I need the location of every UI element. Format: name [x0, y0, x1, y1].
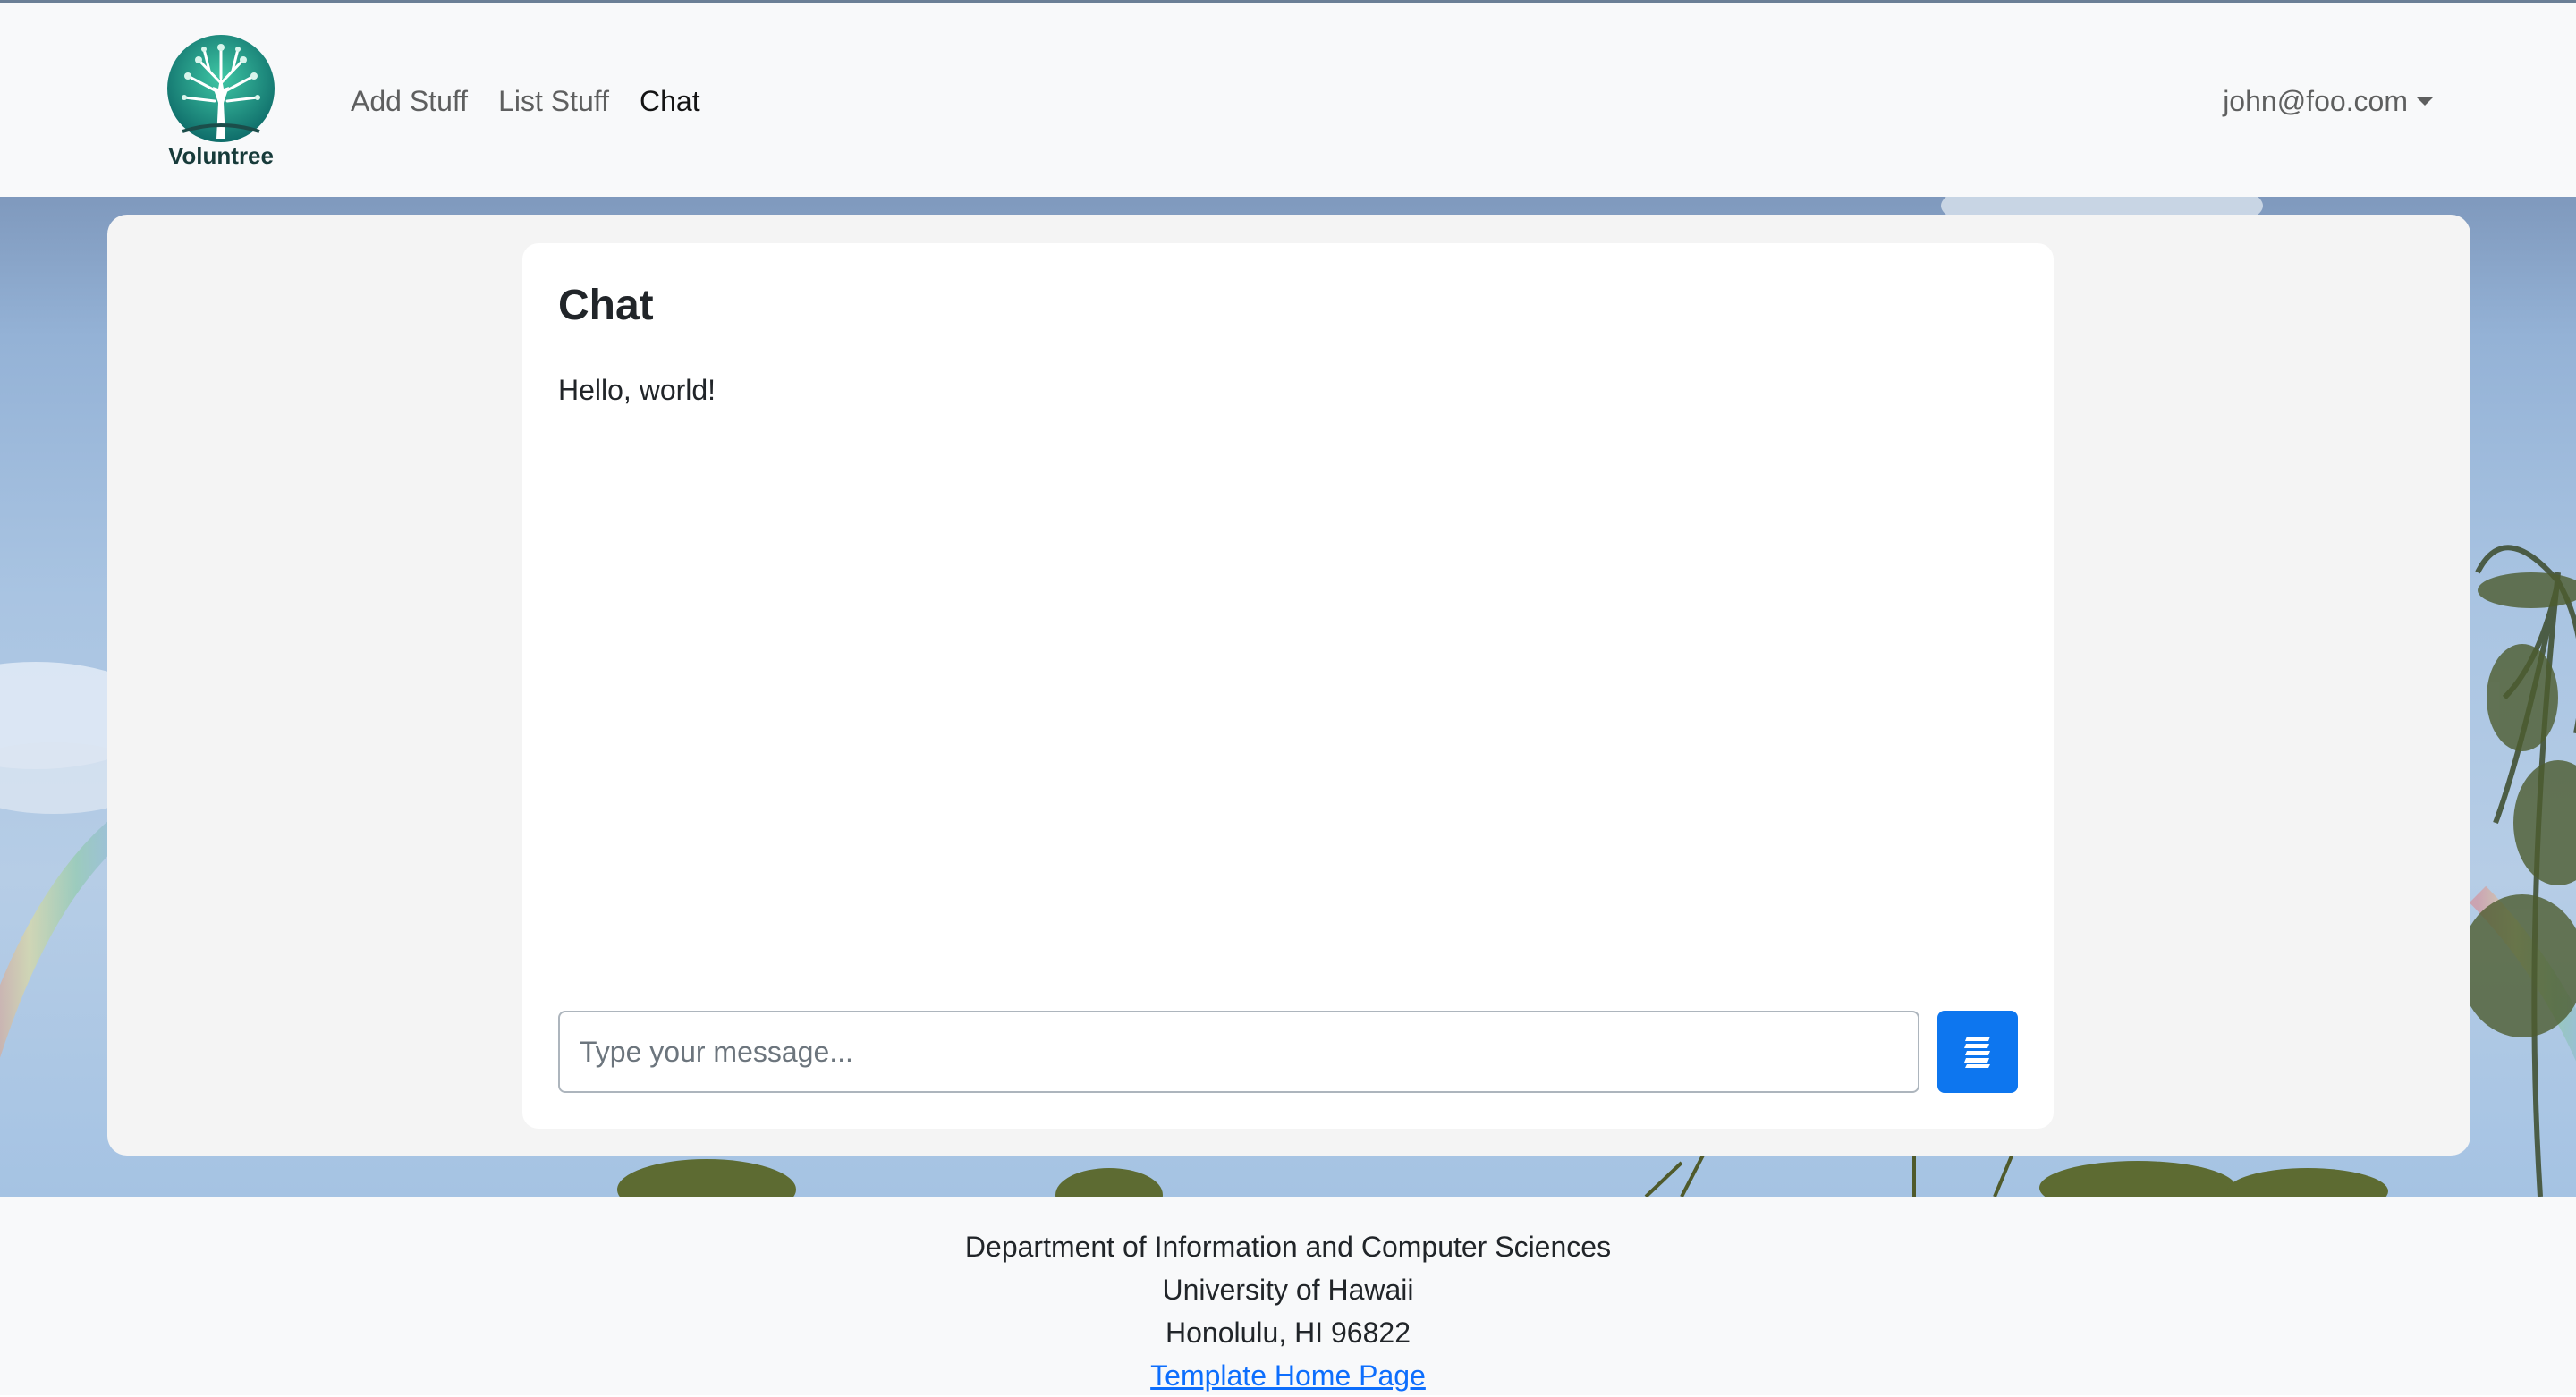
nav-link-list-stuff[interactable]: List Stuff	[498, 78, 609, 124]
page-title: Chat	[558, 282, 654, 329]
nav-links: Add Stuff List Stuff Chat	[351, 78, 731, 124]
message-input[interactable]	[558, 1011, 1919, 1093]
nav-link-chat[interactable]: Chat	[640, 78, 700, 124]
footer-address: Honolulu, HI 96822	[1165, 1317, 1411, 1349]
send-icon	[1964, 1037, 1990, 1068]
caret-down-icon	[2417, 97, 2433, 106]
chat-message: Hello, world!	[558, 374, 716, 406]
chat-card: Chat Hello, world!	[522, 243, 2054, 1129]
user-dropdown[interactable]: john@foo.com	[2223, 78, 2433, 124]
footer-department: Department of Information and Computer S…	[964, 1231, 1612, 1263]
svg-text:Voluntree: Voluntree	[168, 142, 274, 169]
user-email: john@foo.com	[2223, 85, 2408, 117]
template-home-link[interactable]: Template Home Page	[1150, 1359, 1426, 1392]
nav-link-add-stuff[interactable]: Add Stuff	[351, 78, 468, 124]
navbar: Voluntree Add Stuff List Stuff Chat john…	[0, 0, 2576, 197]
footer: Department of Information and Computer S…	[0, 1197, 2576, 1395]
send-button[interactable]	[1937, 1011, 2018, 1093]
footer-university: University of Hawaii	[1162, 1274, 1414, 1306]
voluntree-logo[interactable]: Voluntree	[156, 33, 286, 169]
